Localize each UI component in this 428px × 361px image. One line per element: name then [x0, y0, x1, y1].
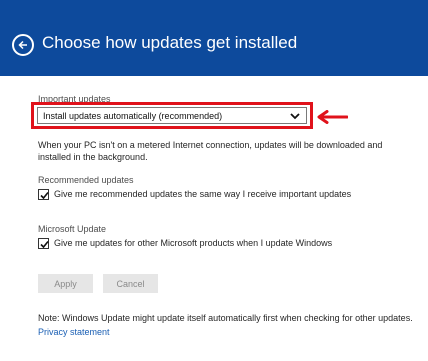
recommended-updates-checkbox-label: Give me recommended updates the same way…	[54, 189, 352, 199]
checkmark-icon	[40, 191, 49, 200]
recommended-updates-label: Recommended updates	[38, 175, 134, 185]
cancel-button[interactable]: Cancel	[103, 274, 158, 293]
apply-button[interactable]: Apply	[38, 274, 93, 293]
recommended-updates-checkbox-row[interactable]: Give me recommended updates the same way…	[38, 189, 351, 201]
chevron-down-icon	[290, 113, 300, 120]
important-updates-description: When your PC isn't on a metered Internet…	[38, 140, 383, 162]
microsoft-update-label: Microsoft Update	[38, 224, 107, 234]
back-arrow-icon	[18, 40, 27, 50]
dropdown-selected-value: Install updates automatically (recommend…	[43, 111, 223, 121]
annotation-arrow-icon	[317, 110, 348, 124]
privacy-statement-link[interactable]: Privacy statement	[38, 327, 110, 337]
microsoft-update-checkbox-label: Give me updates for other Microsoft prod…	[54, 238, 333, 248]
update-note: Note: Windows Update might update itself…	[38, 313, 413, 323]
microsoft-update-checkbox[interactable]	[38, 238, 49, 249]
checkmark-icon	[40, 240, 49, 249]
microsoft-update-checkbox-row[interactable]: Give me updates for other Microsoft prod…	[38, 238, 338, 250]
header-bar: Choose how updates get installed	[0, 0, 428, 76]
page-title: Choose how updates get installed	[42, 33, 298, 52]
recommended-updates-checkbox[interactable]	[38, 189, 49, 200]
important-updates-dropdown[interactable]: Install updates automatically (recommend…	[37, 107, 307, 124]
back-button[interactable]	[12, 34, 34, 56]
